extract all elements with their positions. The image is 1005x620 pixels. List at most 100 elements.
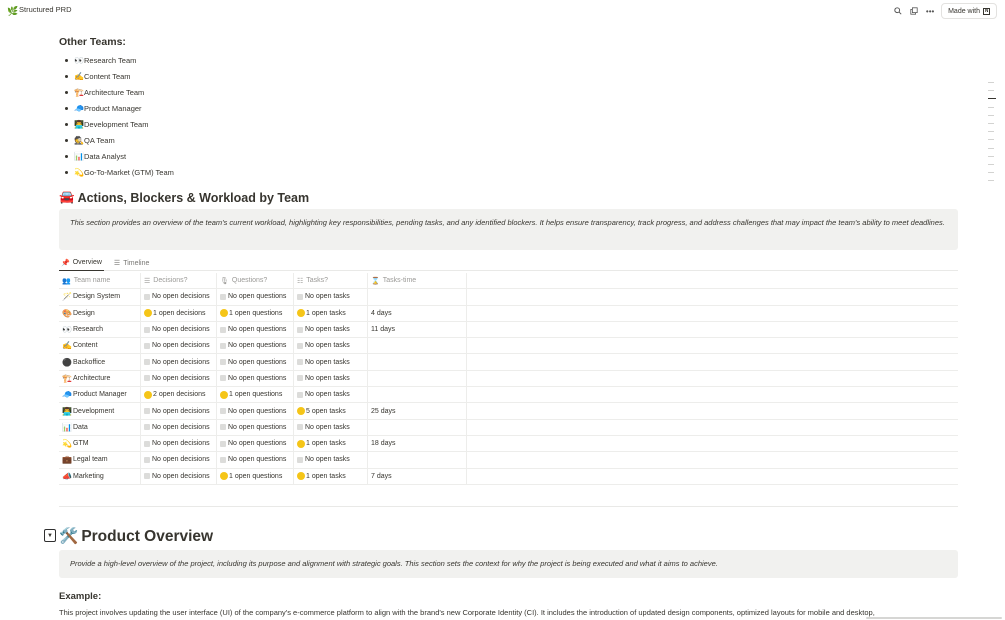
- made-with-button[interactable]: Made with N: [941, 3, 997, 19]
- tasks-cell[interactable]: 1 open tasks: [294, 468, 368, 484]
- list-item[interactable]: 👨‍💻 Development Team: [65, 116, 174, 132]
- decisions-cell[interactable]: No open decisions: [141, 338, 217, 354]
- table-row[interactable]: ⚫ Backoffice No open decisions No open ques…: [59, 354, 958, 371]
- duplicate-icon[interactable]: [909, 6, 919, 16]
- tasks-cell[interactable]: No open tasks: [294, 321, 368, 338]
- questions-cell[interactable]: 1 open questions: [217, 305, 294, 321]
- team-name-cell[interactable]: 🎨 Design: [59, 305, 141, 321]
- column-header-tasks[interactable]: ☷ Tasks?: [294, 273, 368, 289]
- team-name-cell[interactable]: 💫 GTM: [59, 435, 141, 452]
- decisions-cell[interactable]: 2 open decisions: [141, 387, 217, 403]
- questions-cell[interactable]: No open questions: [217, 338, 294, 354]
- decisions-cell[interactable]: No open decisions: [141, 468, 217, 484]
- table-row[interactable]: 🏗️ Architecture No open decisions No open q…: [59, 370, 958, 388]
- tasks-cell[interactable]: No open tasks: [294, 289, 368, 305]
- list-item[interactable]: ✍️ Content Team: [65, 68, 174, 84]
- decisions-cell[interactable]: No open decisions: [141, 419, 217, 435]
- page-title[interactable]: Structured PRD: [19, 5, 72, 14]
- tasks-cell[interactable]: 5 open tasks: [294, 403, 368, 419]
- questions-cell[interactable]: No open questions: [217, 321, 294, 338]
- decisions-cell[interactable]: No open decisions: [141, 403, 217, 419]
- tasks-time-cell[interactable]: 18 days: [368, 435, 467, 452]
- tasks-cell[interactable]: No open tasks: [294, 370, 368, 387]
- decisions-cell-text: No open decisions: [152, 407, 210, 415]
- tab-overview[interactable]: 📌 Overview: [59, 255, 104, 271]
- bullet-icon: [65, 170, 68, 174]
- tasks-time-cell[interactable]: [368, 354, 467, 370]
- tasks-time-cell[interactable]: [368, 370, 467, 387]
- table-row[interactable]: 📣 Marketing No open decisions 1 open questi…: [59, 468, 958, 485]
- questions-cell[interactable]: No open questions: [217, 289, 294, 305]
- column-header-tasks-time[interactable]: ⌛ Tasks-time: [368, 273, 467, 289]
- table-row[interactable]: 📊 Data No open decisions No open questions N…: [59, 419, 958, 436]
- list-item[interactable]: 💫 Go-To-Market (GTM) Team: [65, 164, 174, 180]
- table-header-row: 👥 Team name ☰ Decisions? 🎙 Questions? ☷ Task…: [59, 273, 958, 290]
- decisions-cell[interactable]: No open decisions: [141, 354, 217, 370]
- tasks-cell[interactable]: 1 open tasks: [294, 305, 368, 321]
- questions-cell[interactable]: 1 open questions: [217, 387, 294, 403]
- table-spacer: [467, 436, 958, 451]
- questions-cell[interactable]: No open questions: [217, 452, 294, 468]
- table-row[interactable]: 🧢 Product Manager 2 open decisions 1 open q…: [59, 387, 958, 404]
- tasks-cell[interactable]: No open tasks: [294, 419, 368, 435]
- tasks-time-cell[interactable]: [368, 452, 467, 468]
- list-item[interactable]: 📊 Data Analyst: [65, 148, 174, 164]
- table-row[interactable]: 🪄 Design System No open decisions No open q…: [59, 289, 958, 306]
- team-name-cell[interactable]: 👀 Research: [59, 321, 141, 338]
- tasks-time-cell[interactable]: 7 days: [368, 468, 467, 484]
- toggle-down-icon[interactable]: ▼: [44, 529, 56, 542]
- team-name-cell[interactable]: 🪄 Design System: [59, 289, 141, 305]
- decisions-cell[interactable]: No open decisions: [141, 289, 217, 305]
- tasks-cell[interactable]: No open tasks: [294, 338, 368, 354]
- tasks-time-cell[interactable]: [368, 387, 467, 403]
- column-header-team[interactable]: 👥 Team name: [59, 273, 141, 289]
- tasks-time-cell[interactable]: [368, 289, 467, 305]
- team-name-cell[interactable]: 📣 Marketing: [59, 468, 141, 484]
- list-item[interactable]: 👀 Research Team: [65, 52, 174, 68]
- team-name-cell[interactable]: 🏗️ Architecture: [59, 370, 141, 387]
- table-row[interactable]: 🎨 Design 1 open decisions 1 open questions 1…: [59, 305, 958, 322]
- outline-minimap[interactable]: [988, 82, 996, 188]
- decisions-cell[interactable]: No open decisions: [141, 435, 217, 452]
- team-name-cell[interactable]: ✍️ Content: [59, 338, 141, 354]
- questions-cell[interactable]: No open questions: [217, 435, 294, 452]
- tasks-time-cell[interactable]: [368, 419, 467, 435]
- list-item[interactable]: 🧢 Product Manager: [65, 100, 174, 116]
- team-name-cell[interactable]: 📊 Data: [59, 419, 141, 435]
- tasks-cell[interactable]: No open tasks: [294, 387, 368, 403]
- column-header-questions[interactable]: 🎙 Questions?: [217, 273, 294, 289]
- column-header-decisions[interactable]: ☰ Decisions?: [141, 273, 217, 289]
- table-row[interactable]: 💫 GTM No open decisions No open questions 1 …: [59, 435, 958, 453]
- search-icon[interactable]: [893, 6, 903, 16]
- table-row[interactable]: ✍️ Content No open decisions No open questi…: [59, 338, 958, 355]
- tasks-cell[interactable]: 1 open tasks: [294, 435, 368, 452]
- decisions-cell[interactable]: No open decisions: [141, 370, 217, 387]
- more-icon[interactable]: •••: [925, 6, 935, 16]
- decisions-cell[interactable]: No open decisions: [141, 321, 217, 338]
- questions-cell[interactable]: No open questions: [217, 370, 294, 387]
- horizontal-scrollbar[interactable]: [866, 617, 1002, 619]
- list-item[interactable]: 🏗️ Architecture Team: [65, 84, 174, 100]
- questions-cell[interactable]: No open questions: [217, 403, 294, 419]
- tasks-time-cell[interactable]: [368, 338, 467, 354]
- questions-cell[interactable]: 1 open questions: [217, 468, 294, 484]
- questions-cell[interactable]: No open questions: [217, 354, 294, 370]
- team-name-cell[interactable]: ⚫ Backoffice: [59, 354, 141, 370]
- questions-cell[interactable]: No open questions: [217, 419, 294, 435]
- status-square-icon: [220, 456, 226, 463]
- table-row[interactable]: 👨‍💻 Development No open decisions No open q…: [59, 403, 958, 420]
- decisions-cell[interactable]: No open decisions: [141, 452, 217, 468]
- team-name-cell[interactable]: 💼 Legal team: [59, 452, 141, 468]
- tasks-cell[interactable]: No open tasks: [294, 354, 368, 370]
- tasks-cell[interactable]: No open tasks: [294, 452, 368, 468]
- team-name-cell[interactable]: 🧢 Product Manager: [59, 387, 141, 403]
- team-name-cell[interactable]: 👨‍💻 Development: [59, 403, 141, 419]
- tasks-time-cell[interactable]: 11 days: [368, 321, 467, 338]
- list-item[interactable]: 🕵️ QA Team: [65, 132, 174, 148]
- table-row[interactable]: 👀 Research No open decisions No open questi…: [59, 321, 958, 339]
- tab-timeline[interactable]: ☰ Timeline: [112, 255, 151, 271]
- decisions-cell[interactable]: 1 open decisions: [141, 305, 217, 321]
- table-row[interactable]: 💼 Legal team No open decisions No open ques…: [59, 452, 958, 469]
- tasks-time-cell[interactable]: 4 days: [368, 305, 467, 321]
- tasks-time-cell[interactable]: 25 days: [368, 403, 467, 419]
